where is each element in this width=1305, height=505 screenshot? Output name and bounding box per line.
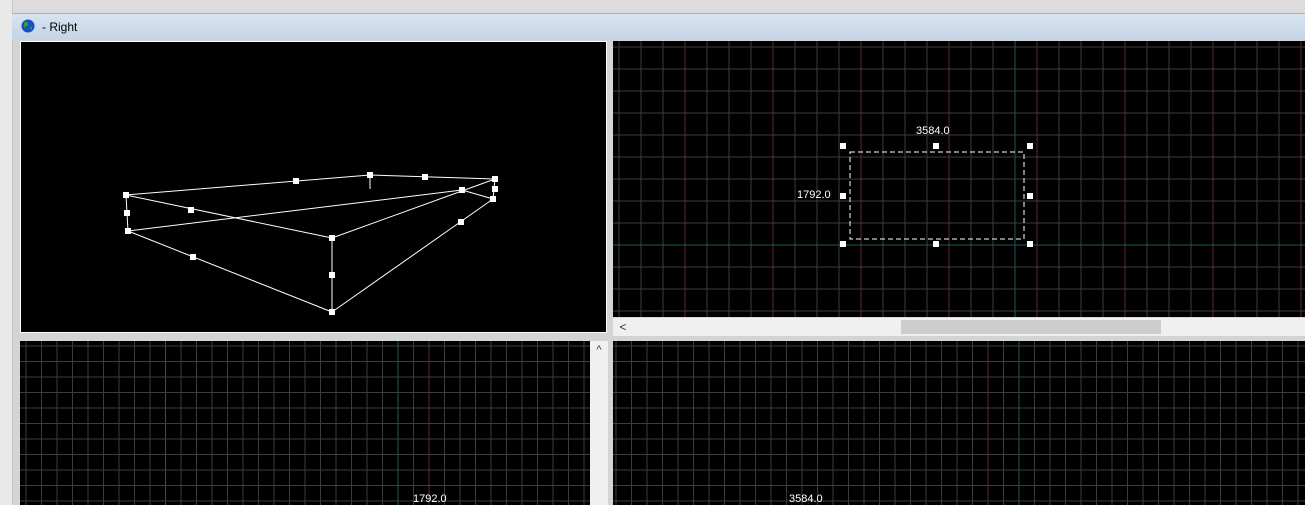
selection-box[interactable] bbox=[613, 41, 1305, 317]
edge bbox=[125, 194, 333, 239]
axis-label: 1792.0 bbox=[413, 493, 447, 505]
viewport-side[interactable]: 1792.0 bbox=[20, 341, 590, 505]
viewport-front[interactable]: 3584.0 bbox=[613, 341, 1305, 505]
vertex-handle bbox=[190, 254, 196, 260]
vertex-handle bbox=[367, 172, 373, 178]
app-left-edge bbox=[0, 0, 13, 505]
vertex-handle bbox=[329, 309, 335, 315]
window-titlebar[interactable]: - Right bbox=[12, 13, 1305, 40]
vertex-handle bbox=[188, 207, 194, 213]
height-label: 1792.0 bbox=[797, 189, 831, 201]
edge bbox=[331, 178, 496, 239]
vertex-handle bbox=[458, 219, 464, 225]
horizontal-scrollbar[interactable]: < bbox=[613, 317, 1305, 336]
grid bbox=[613, 341, 1305, 505]
edge bbox=[127, 189, 463, 232]
edge bbox=[461, 189, 494, 200]
wireframe-box bbox=[123, 172, 498, 315]
vertex-handle bbox=[124, 210, 130, 216]
vertex-handle bbox=[490, 196, 496, 202]
vertical-scrollbar[interactable]: ^ bbox=[590, 341, 608, 505]
vertex-handle bbox=[293, 178, 299, 184]
app-frame: - Right 3584.0 1792.0 < 1792.0 ^ 3584.0 bbox=[0, 0, 1305, 505]
grid bbox=[20, 341, 590, 505]
vertex-handle bbox=[329, 235, 335, 241]
resize-handle bbox=[840, 143, 846, 149]
resize-handle bbox=[1027, 241, 1033, 247]
vertex-handle bbox=[459, 187, 465, 193]
scroll-up-arrow[interactable]: ^ bbox=[593, 343, 605, 357]
vertex-handle bbox=[125, 228, 131, 234]
edge bbox=[127, 230, 333, 313]
scroll-thumb[interactable] bbox=[901, 320, 1161, 334]
resize-handle bbox=[933, 143, 939, 149]
width-label: 3584.0 bbox=[916, 125, 950, 137]
edge bbox=[331, 198, 494, 313]
vertex-handle bbox=[422, 174, 428, 180]
window-title: - Right bbox=[42, 20, 78, 34]
globe-icon bbox=[21, 19, 35, 33]
vertex-handle bbox=[329, 272, 335, 278]
resize-handle bbox=[840, 241, 846, 247]
viewport-top[interactable]: 3584.0 1792.0 bbox=[613, 41, 1305, 317]
resize-handle bbox=[1027, 193, 1033, 199]
scroll-left-arrow[interactable]: < bbox=[617, 319, 629, 335]
vertex-handles bbox=[123, 172, 498, 315]
vertex-handle bbox=[492, 186, 498, 192]
resize-handle bbox=[933, 241, 939, 247]
edge bbox=[369, 174, 496, 180]
viewport-3d[interactable] bbox=[20, 41, 607, 333]
resize-handle bbox=[1027, 143, 1033, 149]
vertex-handle bbox=[123, 192, 129, 198]
axis-label: 3584.0 bbox=[789, 493, 823, 505]
edge bbox=[125, 174, 371, 196]
vertex-handle bbox=[492, 176, 498, 182]
resize-handle bbox=[840, 193, 846, 199]
